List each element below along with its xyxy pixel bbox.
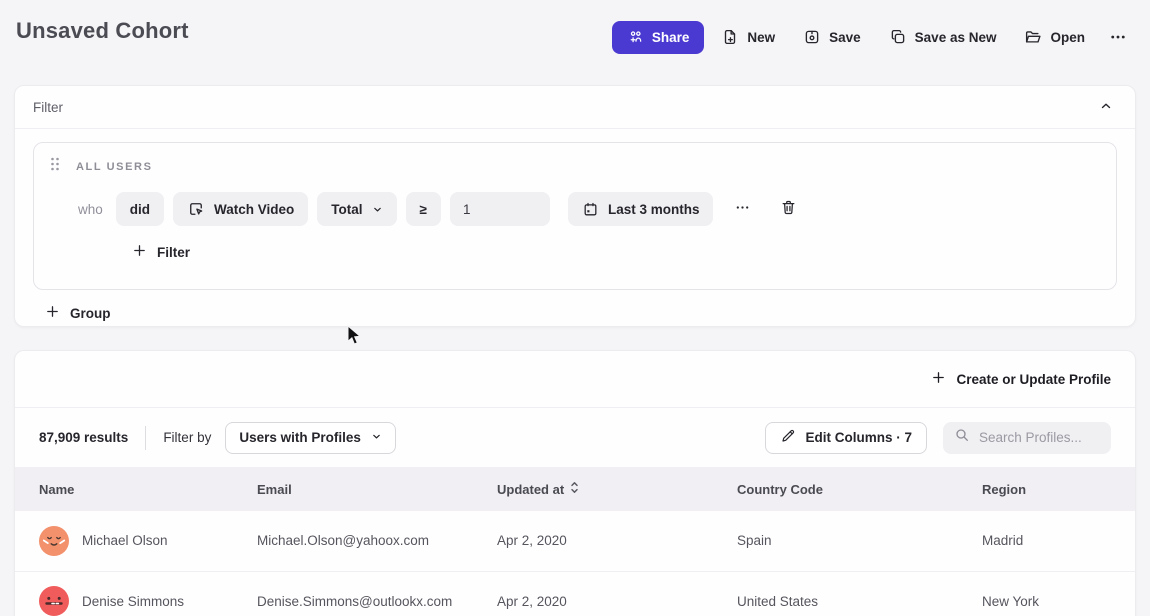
chevron-down-icon: [371, 430, 382, 445]
profiles-table: Name Email Updated at Country Code: [15, 467, 1135, 616]
calendar-icon: [582, 201, 599, 218]
avatar: [39, 586, 69, 616]
share-button-label: Share: [652, 30, 690, 45]
drag-handle-icon[interactable]: [50, 157, 60, 176]
column-header-email[interactable]: Email: [257, 467, 497, 511]
profiles-search[interactable]: [943, 422, 1111, 454]
column-header-country-code[interactable]: Country Code: [737, 467, 982, 511]
create-or-update-profile-button[interactable]: Create or Update Profile: [931, 370, 1111, 388]
top-header: Unsaved Cohort Share: [0, 0, 1150, 85]
profile-email: Michael.Olson@yahoox.com: [257, 511, 497, 571]
collapse-filter-button[interactable]: [1097, 97, 1115, 118]
did-selector[interactable]: did: [116, 192, 164, 226]
profile-email: Denise.Simmons@outlookx.com: [257, 571, 497, 616]
delete-clause-button[interactable]: [774, 195, 803, 223]
column-header-name[interactable]: Name: [15, 467, 257, 511]
save-button-label: Save: [829, 30, 861, 45]
profile-region: Madrid: [982, 511, 1135, 571]
profile-country-code: Spain: [737, 511, 982, 571]
new-file-icon: [721, 28, 739, 46]
column-header-updated-at[interactable]: Updated at: [497, 467, 737, 511]
edit-columns-label: Edit Columns · 7: [805, 430, 912, 445]
page-title: Unsaved Cohort: [16, 18, 189, 44]
group-scope-label: ALL USERS: [76, 161, 153, 173]
avatar: [39, 526, 69, 556]
aggregation-selector[interactable]: Total: [317, 192, 396, 226]
clause-more-options-button[interactable]: [728, 196, 757, 222]
chevron-down-icon: [372, 204, 383, 215]
new-button-label: New: [747, 30, 775, 45]
table-row[interactable]: Michael Olson Michael.Olson@yahoox.com A…: [15, 511, 1135, 571]
threshold-value-input[interactable]: [450, 192, 550, 226]
edit-columns-button[interactable]: Edit Columns · 7: [765, 422, 927, 454]
search-icon: [954, 427, 970, 448]
profile-region: New York: [982, 571, 1135, 616]
who-label: who: [78, 202, 103, 217]
ellipsis-icon: [734, 200, 751, 218]
event-selector[interactable]: Watch Video: [173, 192, 308, 226]
top-actions: Share New Save: [612, 18, 1134, 54]
chevron-up-icon: [1099, 101, 1113, 116]
event-selector-label: Watch Video: [214, 202, 294, 217]
add-group-button[interactable]: Group: [45, 304, 111, 322]
save-button[interactable]: Save: [792, 20, 872, 54]
results-panel: Create or Update Profile 87,909 results …: [14, 350, 1136, 616]
profiles-filter-value: Users with Profiles: [239, 430, 361, 445]
operator-selector-label: ≥: [420, 202, 427, 217]
filter-panel-title: Filter: [33, 100, 63, 115]
open-button[interactable]: Open: [1013, 20, 1096, 54]
table-row[interactable]: Denise Simmons Denise.Simmons@outlookx.c…: [15, 571, 1135, 616]
date-range-label: Last 3 months: [608, 202, 700, 217]
profile-name: Denise Simmons: [82, 594, 184, 609]
search-profiles-input[interactable]: [979, 430, 1099, 445]
more-options-button[interactable]: [1102, 20, 1134, 54]
filter-clause-row: who did Watch Video Total: [78, 192, 1100, 226]
add-filter-button[interactable]: Filter: [132, 243, 190, 261]
results-toolbar: 87,909 results Filter by Users with Prof…: [15, 408, 1135, 467]
folder-icon: [1024, 28, 1042, 46]
column-header-updated-at-label: Updated at: [497, 482, 564, 497]
copy-icon: [889, 28, 907, 46]
profile-name: Michael Olson: [82, 533, 168, 548]
results-panel-header: Create or Update Profile: [15, 351, 1135, 408]
new-button[interactable]: New: [710, 20, 786, 54]
cohort-group-card: ALL USERS who did Watch Video: [33, 142, 1117, 290]
share-button[interactable]: Share: [612, 21, 705, 54]
add-group-label: Group: [70, 306, 111, 321]
toolbar-divider: [145, 426, 146, 450]
plus-icon: [132, 243, 147, 261]
share-users-icon: [627, 29, 644, 46]
plus-icon: [45, 304, 60, 322]
open-button-label: Open: [1050, 30, 1085, 45]
save-icon: [803, 28, 821, 46]
filter-by-label: Filter by: [163, 430, 211, 445]
filter-panel: Filter ALL USERS: [14, 85, 1136, 327]
column-header-region[interactable]: Region: [982, 467, 1135, 511]
did-selector-label: did: [130, 202, 150, 217]
event-click-icon: [187, 200, 205, 218]
save-as-new-button[interactable]: Save as New: [878, 20, 1008, 54]
create-or-update-profile-label: Create or Update Profile: [956, 372, 1111, 387]
aggregation-selector-label: Total: [331, 202, 362, 217]
cohort-builder-page: Unsaved Cohort Share: [0, 0, 1150, 616]
filter-panel-header: Filter: [15, 86, 1135, 129]
profiles-filter-dropdown[interactable]: Users with Profiles: [225, 422, 396, 454]
mouse-cursor-icon: [347, 325, 362, 351]
ellipsis-icon: [1108, 28, 1128, 46]
pencil-icon: [780, 428, 796, 447]
operator-selector[interactable]: ≥: [406, 192, 441, 226]
results-count: 87,909 results: [39, 430, 128, 445]
sort-icon[interactable]: [570, 481, 579, 497]
cohort-group-header: ALL USERS: [50, 157, 1100, 176]
save-as-new-button-label: Save as New: [915, 30, 997, 45]
table-header-row: Name Email Updated at Country Code: [15, 467, 1135, 511]
date-range-selector[interactable]: Last 3 months: [568, 192, 714, 226]
profile-country-code: United States: [737, 571, 982, 616]
profile-updated-at: Apr 2, 2020: [497, 571, 737, 616]
trash-icon: [780, 199, 797, 219]
add-filter-label: Filter: [157, 245, 190, 260]
profile-updated-at: Apr 2, 2020: [497, 511, 737, 571]
plus-icon: [931, 370, 946, 388]
